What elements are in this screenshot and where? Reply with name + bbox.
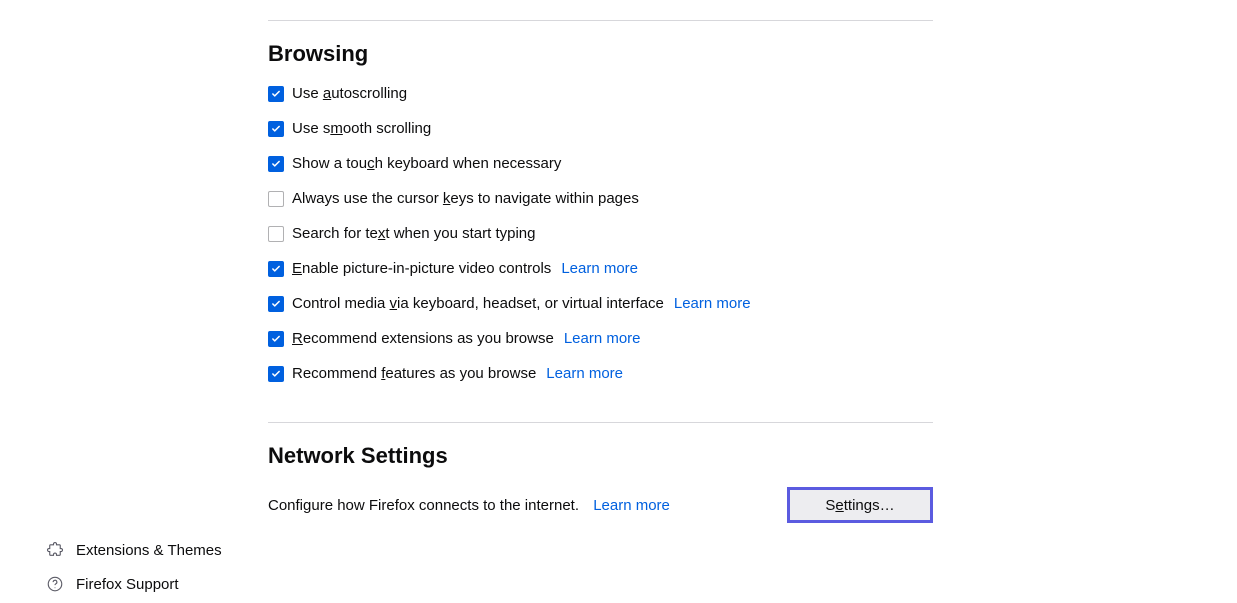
settings-button-text-before: S	[825, 497, 835, 514]
browsing-options-list: Use autoscrolling Use smooth scrolling Sho…	[268, 85, 933, 382]
label-accesskey: E	[292, 260, 302, 277]
checkbox-row: Control media via keyboard, headset, or …	[268, 295, 933, 312]
divider	[268, 422, 933, 423]
learn-more-link[interactable]: Learn more	[546, 365, 623, 382]
checkbox-label[interactable]: Control media via keyboard, headset, or …	[292, 295, 664, 312]
checkbox-row: Use smooth scrolling	[268, 120, 933, 137]
checkmark-icon	[271, 369, 281, 379]
sidebar-extensions-themes[interactable]: Extensions & Themes	[46, 541, 222, 559]
network-desc-wrap: Configure how Firefox connects to the in…	[268, 497, 670, 514]
checkmark-icon	[271, 89, 281, 99]
checkmark-icon	[271, 264, 281, 274]
network-learn-more-link[interactable]: Learn more	[593, 497, 670, 514]
label-text-before: Use	[292, 85, 323, 102]
checkbox-label[interactable]: Enable picture-in-picture video controls	[292, 260, 551, 277]
settings-button-accesskey: e	[835, 497, 843, 514]
sidebar-item-label: Firefox Support	[76, 576, 179, 593]
checkbox[interactable]	[268, 156, 284, 172]
checkbox-row: Show a touch keyboard when necessary	[268, 155, 933, 172]
browsing-section-title: Browsing	[268, 41, 933, 67]
checkbox-row: Recommend features as you browse Learn mo…	[268, 365, 933, 382]
checkbox-row: Search for text when you start typing	[268, 225, 933, 242]
learn-more-link[interactable]: Learn more	[561, 260, 638, 277]
checkbox-label[interactable]: Recommend features as you browse	[292, 365, 536, 382]
checkmark-icon	[271, 334, 281, 344]
label-text-after: h keyboard when necessary	[375, 155, 562, 172]
sidebar-item-label: Extensions & Themes	[76, 542, 222, 559]
label-text-after: utoscrolling	[331, 85, 407, 102]
label-text-before: Control media	[292, 295, 390, 312]
settings-button-text-after: ttings…	[844, 497, 895, 514]
network-settings-button[interactable]: Settings…	[787, 487, 933, 523]
network-section-title: Network Settings	[268, 443, 933, 469]
label-text-before: Show a tou	[292, 155, 367, 172]
question-circle-icon	[46, 575, 64, 593]
checkbox[interactable]	[268, 296, 284, 312]
sidebar-footer: Extensions & Themes Firefox Support	[46, 541, 222, 593]
label-text-after: nable picture-in-picture video controls	[302, 260, 551, 277]
checkmark-icon	[271, 299, 281, 309]
checkbox[interactable]	[268, 191, 284, 207]
checkbox-label[interactable]: Use autoscrolling	[292, 85, 407, 102]
label-text-after: t when you start typing	[385, 225, 535, 242]
label-text-before: Recommend	[292, 365, 381, 382]
checkbox-row: Enable picture-in-picture video controls…	[268, 260, 933, 277]
checkbox[interactable]	[268, 226, 284, 242]
label-accesskey: c	[367, 155, 375, 172]
checkbox-row: Always use the cursor keys to navigate w…	[268, 190, 933, 207]
label-text-before: Always use the cursor	[292, 190, 443, 207]
network-settings-row: Configure how Firefox connects to the in…	[268, 487, 933, 523]
checkbox[interactable]	[268, 86, 284, 102]
label-text-after: eatures as you browse	[385, 365, 536, 382]
checkmark-icon	[271, 159, 281, 169]
puzzle-piece-icon	[46, 541, 64, 559]
network-description: Configure how Firefox connects to the in…	[268, 497, 579, 514]
sidebar-firefox-support[interactable]: Firefox Support	[46, 575, 222, 593]
checkbox[interactable]	[268, 261, 284, 277]
checkbox-label[interactable]: Search for text when you start typing	[292, 225, 535, 242]
divider	[268, 20, 933, 21]
checkbox[interactable]	[268, 366, 284, 382]
label-text-before: Search for te	[292, 225, 378, 242]
checkbox-row: Recommend extensions as you browse Learn …	[268, 330, 933, 347]
label-text-after: ia keyboard, headset, or virtual interfa…	[397, 295, 664, 312]
label-text-after: ooth scrolling	[343, 120, 431, 137]
learn-more-link[interactable]: Learn more	[564, 330, 641, 347]
checkmark-icon	[271, 124, 281, 134]
learn-more-link[interactable]: Learn more	[674, 295, 751, 312]
label-text-before: Use s	[292, 120, 330, 137]
label-accesskey: a	[323, 85, 331, 102]
label-text-after: eys to navigate within pages	[450, 190, 638, 207]
settings-content: Browsing Use autoscrolling Use smooth scr…	[268, 0, 933, 523]
label-accesskey: m	[330, 120, 343, 137]
label-accesskey: v	[390, 295, 398, 312]
checkbox[interactable]	[268, 331, 284, 347]
label-accesskey: R	[292, 330, 303, 347]
checkbox-label[interactable]: Recommend extensions as you browse	[292, 330, 554, 347]
checkbox-label[interactable]: Use smooth scrolling	[292, 120, 431, 137]
checkbox[interactable]	[268, 121, 284, 137]
checkbox-label[interactable]: Always use the cursor keys to navigate w…	[292, 190, 639, 207]
label-text-after: ecommend extensions as you browse	[303, 330, 554, 347]
checkbox-row: Use autoscrolling	[268, 85, 933, 102]
checkbox-label[interactable]: Show a touch keyboard when necessary	[292, 155, 561, 172]
